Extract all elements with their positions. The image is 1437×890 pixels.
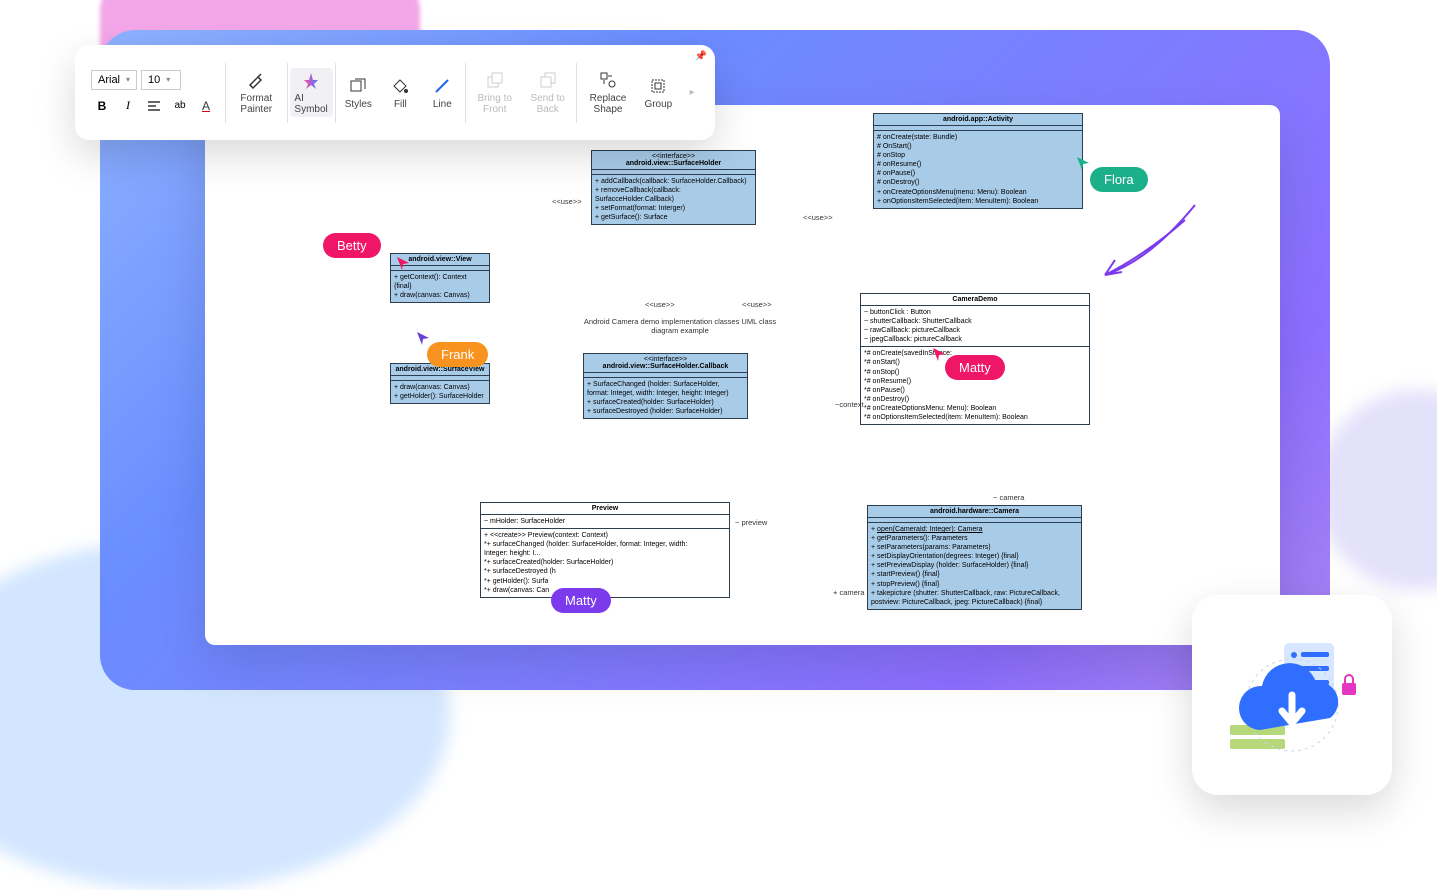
uml-preview[interactable]: Preview ~ mHolder: SurfaceHolder + <<cre… [480, 502, 730, 598]
download-badge[interactable] [1192, 595, 1392, 795]
label-preview: ~ preview [735, 518, 767, 527]
label-use: <<use>> [742, 300, 772, 309]
cursor-icon [931, 346, 947, 362]
ai-symbol-button[interactable]: AI Symbol [290, 68, 333, 117]
uml-section: + getContext(): Context {final} + draw(c… [391, 271, 489, 302]
bring-to-front-button[interactable]: Bring to Front [468, 68, 521, 117]
uml-header: <<interface>> android.view::SurfaceHolde… [584, 354, 747, 373]
cloud-download-icon [1222, 625, 1362, 765]
label-use: <<use>> [645, 300, 675, 309]
uml-section: + draw(canvas: Canvas) + getHolder(): Su… [391, 381, 489, 403]
uml-header: android.app::Activity [874, 114, 1082, 126]
font-color-button[interactable]: A [195, 96, 217, 116]
uml-callback[interactable]: <<interface>> android.view::SurfaceHolde… [583, 353, 748, 419]
styles-icon [348, 76, 368, 96]
label-use: <<use>> [803, 213, 833, 222]
bring-front-icon [485, 70, 505, 90]
strikethrough-button[interactable]: ab [169, 96, 191, 116]
cursor-label-frank: Frank [427, 342, 488, 367]
line-icon [432, 76, 452, 96]
replace-shape-button[interactable]: Replace Shape [579, 68, 638, 117]
uml-section: ~ mHolder: SurfaceHolder [481, 515, 729, 529]
group-icon [648, 76, 668, 96]
cursor-label-matty: Matty [945, 355, 1005, 380]
label-camera: ~ camera [993, 493, 1024, 502]
uml-header: CameraDemo [861, 294, 1089, 306]
italic-button[interactable]: I [117, 96, 139, 116]
fill-button[interactable]: Fill [379, 74, 421, 112]
send-back-icon [538, 70, 558, 90]
bold-button[interactable]: B [91, 96, 113, 116]
more-button[interactable]: ▸ [679, 81, 705, 105]
diagram-canvas[interactable]: <<interface>> android.view::SurfaceHolde… [205, 105, 1280, 645]
fill-icon [390, 76, 410, 96]
cursor-label-matty2: Matty [551, 588, 611, 613]
uml-section: + addCallback(callback: SurfaceHolder.Ca… [592, 175, 755, 224]
format-painter-button[interactable]: Format Painter [228, 68, 285, 117]
brush-icon [246, 70, 266, 90]
cursor-icon [1075, 155, 1091, 171]
uml-activity[interactable]: android.app::Activity # onCreate(state: … [873, 113, 1083, 209]
chevron-icon: ▸ [682, 83, 702, 103]
pin-icon[interactable]: 📌 [695, 51, 707, 62]
align-button[interactable] [143, 96, 165, 116]
label-use: <<use>> [552, 197, 582, 206]
uml-section: + open(CameraId: Integer): Camera+ getPa… [868, 523, 1081, 609]
uml-surfaceview[interactable]: android.view::SurfaceView + draw(canvas:… [390, 363, 490, 404]
diagram-caption: Android Camera demo implementation class… [580, 317, 780, 335]
ai-icon [301, 70, 321, 90]
formatting-toolbar: Arial▾ 10▾ B I ab A Format Painter AI Sy… [75, 45, 715, 140]
label-camera: + camera [833, 588, 864, 597]
cursor-icon [415, 330, 431, 346]
label-context: ~context [835, 400, 864, 409]
cursor-label-flora: Flora [1090, 167, 1148, 192]
uml-section: + SurfaceChanged (holder: SurfaceHolder,… [584, 378, 747, 418]
uml-header: Preview [481, 503, 729, 515]
send-to-back-button[interactable]: Send to Back [521, 68, 574, 117]
replace-icon [598, 70, 618, 90]
font-size-select[interactable]: 10▾ [141, 70, 181, 90]
uml-header: <<interface>> android.view::SurfaceHolde… [592, 151, 755, 170]
line-button[interactable]: Line [421, 74, 463, 112]
uml-section: ~ buttonClick : Button ~ shutterCallback… [861, 306, 1089, 347]
cursor-label-betty: Betty [323, 233, 381, 258]
uml-camera[interactable]: android.hardware::Camera + open(CameraId… [867, 505, 1082, 610]
font-family-select[interactable]: Arial▾ [91, 70, 137, 90]
group-button[interactable]: Group [637, 74, 679, 112]
styles-button[interactable]: Styles [337, 74, 379, 112]
uml-section: + <<create>> Preview(context: Context) *… [481, 529, 729, 597]
uml-surfaceholder[interactable]: <<interface>> android.view::SurfaceHolde… [591, 150, 756, 225]
uml-header: android.hardware::Camera [868, 506, 1081, 518]
decorative-arrow-icon [1100, 200, 1200, 280]
uml-section: # onCreate(state: Bundle) # OnStart() # … [874, 131, 1082, 208]
decorative-blob-right [1317, 390, 1437, 590]
cursor-icon [395, 255, 411, 271]
